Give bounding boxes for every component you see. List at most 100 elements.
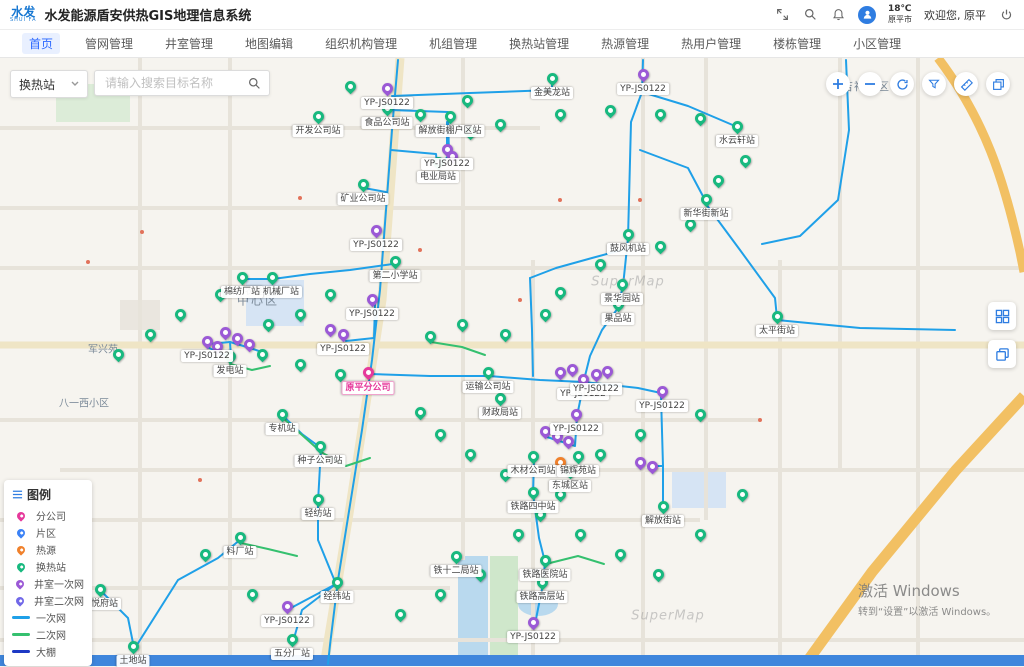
- measure-button[interactable]: [954, 72, 978, 96]
- station-marker[interactable]: [197, 547, 213, 563]
- layers-button[interactable]: [986, 72, 1010, 96]
- station-marker[interactable]: [392, 607, 408, 623]
- station-marker[interactable]: [432, 587, 448, 603]
- station-marker[interactable]: [92, 582, 108, 598]
- station-marker[interactable]: [292, 307, 308, 323]
- well-marker[interactable]: [322, 322, 338, 338]
- filter-button[interactable]: [922, 72, 946, 96]
- map-canvas[interactable]: 中心区吉祥新区军兴苑八一西小区SuperMapSuperMap 金美龙站食品公司…: [0, 0, 1024, 666]
- station-marker[interactable]: [332, 367, 348, 383]
- station-marker[interactable]: [492, 117, 508, 133]
- station-marker[interactable]: [632, 427, 648, 443]
- station-marker[interactable]: [412, 107, 428, 123]
- layer-copy-button[interactable]: [988, 340, 1016, 368]
- tab-小区管理[interactable]: 小区管理: [846, 33, 908, 54]
- tab-楼栋管理[interactable]: 楼栋管理: [766, 33, 828, 54]
- target-type-select[interactable]: 换热站: [10, 70, 88, 98]
- station-marker[interactable]: [110, 347, 126, 363]
- search-input[interactable]: [103, 75, 248, 91]
- station-marker[interactable]: [254, 347, 270, 363]
- station-marker[interactable]: [537, 307, 553, 323]
- well-marker[interactable]: [632, 455, 648, 471]
- station-marker[interactable]: [322, 287, 338, 303]
- station-marker[interactable]: [525, 485, 541, 501]
- station-marker[interactable]: [292, 357, 308, 373]
- well-marker[interactable]: [635, 67, 651, 83]
- station-marker[interactable]: [602, 103, 618, 119]
- tab-机组管理[interactable]: 机组管理: [422, 33, 484, 54]
- station-marker[interactable]: [592, 447, 608, 463]
- well-marker[interactable]: [279, 599, 295, 615]
- fullscreen-icon[interactable]: [774, 7, 790, 23]
- search-icon[interactable]: [802, 7, 818, 23]
- station-marker[interactable]: [710, 173, 726, 189]
- station-marker[interactable]: [652, 239, 668, 255]
- tab-组织机构管理[interactable]: 组织机构管理: [318, 33, 404, 54]
- station-marker[interactable]: [284, 632, 300, 648]
- well-marker[interactable]: [564, 362, 580, 378]
- station-marker[interactable]: [655, 499, 671, 515]
- station-marker[interactable]: [342, 79, 358, 95]
- station-marker[interactable]: [592, 257, 608, 273]
- station-marker[interactable]: [552, 107, 568, 123]
- station-marker[interactable]: [234, 270, 250, 286]
- tab-热用户管理[interactable]: 热用户管理: [674, 33, 748, 54]
- station-marker[interactable]: [125, 639, 141, 655]
- well-marker[interactable]: [335, 327, 351, 343]
- station-marker[interactable]: [570, 449, 586, 465]
- station-marker[interactable]: [614, 277, 630, 293]
- region-switch-button[interactable]: [988, 302, 1016, 330]
- well-marker[interactable]: [368, 223, 384, 239]
- station-marker[interactable]: [612, 547, 628, 563]
- well-marker[interactable]: [644, 459, 660, 475]
- well-marker[interactable]: [654, 384, 670, 400]
- station-marker[interactable]: [492, 391, 508, 407]
- well-marker[interactable]: [364, 292, 380, 308]
- avatar[interactable]: [858, 6, 876, 24]
- station-marker[interactable]: [737, 153, 753, 169]
- tab-地图编辑[interactable]: 地图编辑: [238, 33, 300, 54]
- zoom-out-button[interactable]: [858, 72, 882, 96]
- station-marker[interactable]: [264, 270, 280, 286]
- station-marker[interactable]: [312, 439, 328, 455]
- well-marker[interactable]: [217, 325, 233, 341]
- zoom-in-button[interactable]: [826, 72, 850, 96]
- station-marker[interactable]: [232, 530, 248, 546]
- station-marker[interactable]: [462, 447, 478, 463]
- station-marker[interactable]: [692, 527, 708, 543]
- station-marker[interactable]: [448, 549, 464, 565]
- station-marker[interactable]: [537, 553, 553, 569]
- station-marker[interactable]: [422, 329, 438, 345]
- well-marker[interactable]: [241, 337, 257, 353]
- company-marker[interactable]: [360, 365, 376, 381]
- tab-井室管理[interactable]: 井室管理: [158, 33, 220, 54]
- station-marker[interactable]: [142, 327, 158, 343]
- station-marker[interactable]: [310, 492, 326, 508]
- bell-icon[interactable]: [830, 7, 846, 23]
- logout-icon[interactable]: [998, 7, 1014, 23]
- station-marker[interactable]: [525, 449, 541, 465]
- well-marker[interactable]: [552, 365, 568, 381]
- station-marker[interactable]: [729, 119, 745, 135]
- tab-换热站管理[interactable]: 换热站管理: [502, 33, 576, 54]
- station-marker[interactable]: [497, 327, 513, 343]
- station-marker[interactable]: [329, 575, 345, 591]
- station-marker[interactable]: [652, 107, 668, 123]
- station-marker[interactable]: [552, 285, 568, 301]
- station-marker[interactable]: [698, 192, 714, 208]
- station-marker[interactable]: [692, 407, 708, 423]
- station-marker[interactable]: [260, 317, 276, 333]
- station-marker[interactable]: [355, 177, 371, 193]
- station-marker[interactable]: [510, 527, 526, 543]
- station-marker[interactable]: [310, 109, 326, 125]
- station-marker[interactable]: [459, 93, 475, 109]
- tab-热源管理[interactable]: 热源管理: [594, 33, 656, 54]
- station-marker[interactable]: [387, 254, 403, 270]
- station-marker[interactable]: [544, 71, 560, 87]
- tab-首页[interactable]: 首页: [22, 33, 60, 54]
- station-marker[interactable]: [412, 405, 428, 421]
- station-marker[interactable]: [442, 109, 458, 125]
- station-marker[interactable]: [480, 365, 496, 381]
- station-marker[interactable]: [244, 587, 260, 603]
- station-marker[interactable]: [734, 487, 750, 503]
